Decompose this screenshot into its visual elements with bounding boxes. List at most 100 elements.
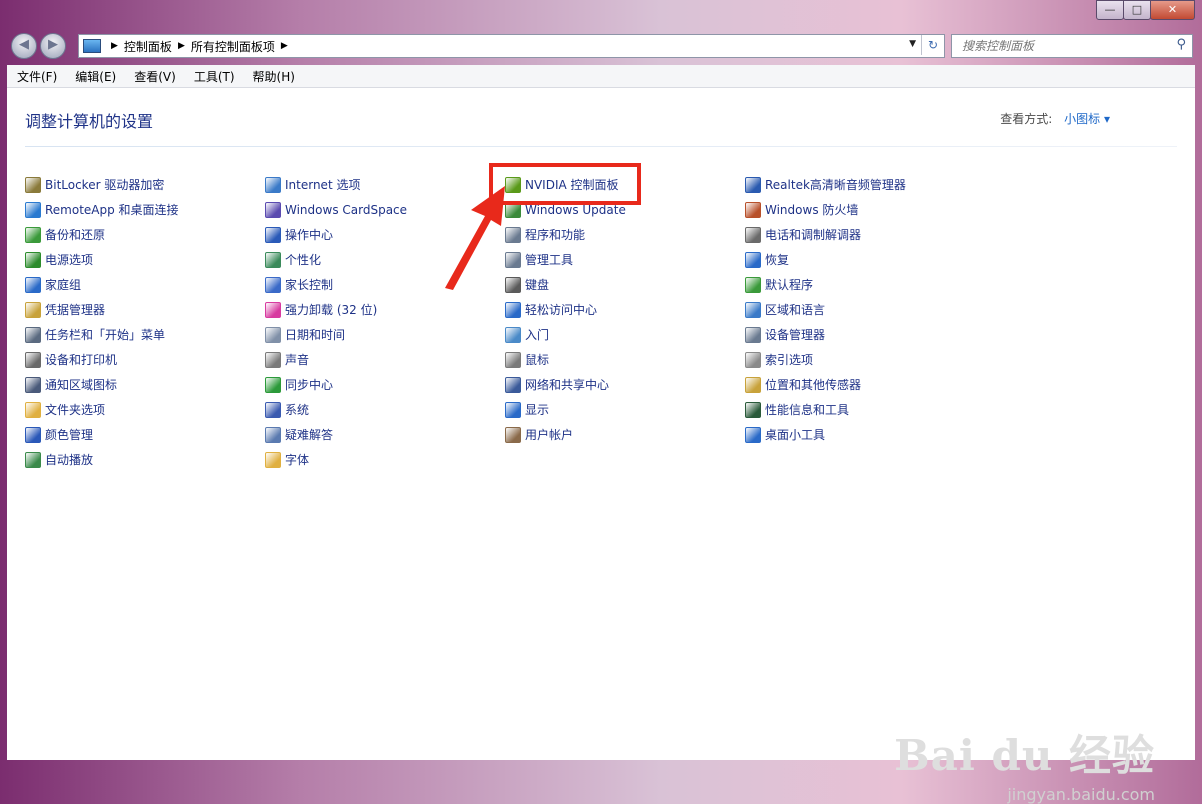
items-column-4: Realtek高清晰音频管理器 Windows 防火墙电话和调制解调器恢复 默认程序… [745,172,906,447]
title-bar: — □ ✕ [0,0,1202,30]
control-panel-item[interactable]: Realtek高清晰音频管理器 [745,172,906,197]
control-panel-item[interactable]: 声音 [265,347,407,372]
control-panel-item[interactable]: 区域和语言 [745,297,906,322]
view-by-dropdown[interactable]: 小图标 ▾ [1064,112,1110,126]
control-panel-item[interactable]: 键盘 [505,272,626,297]
remoteapp-icon [25,201,41,218]
control-panel-item-label: 索引选项 [765,353,814,367]
phone-icon [745,226,761,243]
search-input[interactable] [960,35,1164,57]
control-panel-item[interactable]: 桌面小工具 [745,422,906,447]
back-button[interactable]: ◀ [11,33,37,59]
control-panel-item-label: 通知区域图标 [45,378,118,392]
recovery-icon [745,251,761,268]
cardspace-icon [265,201,281,218]
control-panel-item[interactable]: 凭据管理器 [25,297,179,322]
menu-file[interactable]: 文件(F) [7,68,65,85]
control-panel-item-label: 电话和调制解调器 [765,228,862,242]
items-column-1: BitLocker 驱动器加密 RemoteApp 和桌面连接 备份和还原 电源选项家… [25,172,179,472]
close-button[interactable]: ✕ [1150,0,1195,20]
search-icon[interactable]: ⚲ [1176,37,1186,52]
control-panel-item[interactable]: 入门 [505,322,626,347]
control-panel-item[interactable]: 位置和其他传感器 [745,372,906,397]
control-panel-item[interactable]: 家长控制 [265,272,407,297]
control-panel-item[interactable]: 用户帐户 [505,422,626,447]
refresh-button[interactable]: ↻ [921,35,944,55]
control-panel-item[interactable]: 设备和打印机 [25,347,179,372]
control-panel-item[interactable]: 同步中心 [265,372,407,397]
region-icon [745,301,761,318]
control-panel-item[interactable]: 电源选项 [25,247,179,272]
control-panel-item[interactable]: 管理工具 [505,247,626,272]
watermark: Bai du 经验 jingyan.baidu.com [894,722,1155,804]
address-dropdown-icon[interactable]: ▼ [909,39,916,49]
control-panel-item-label: 程序和功能 [525,228,586,242]
control-panel-item-label: 入门 [525,328,550,342]
menu-help[interactable]: 帮助(H) [243,68,303,85]
control-panel-item[interactable]: 轻松访问中心 [505,297,626,322]
autoplay-icon [25,451,41,468]
control-panel-item[interactable]: 个性化 [265,247,407,272]
display-icon [505,401,521,418]
control-panel-item-label: 用户帐户 [525,428,574,442]
control-panel-item[interactable]: 日期和时间 [265,322,407,347]
control-panel-item[interactable]: 默认程序 [745,272,906,297]
control-panel-item[interactable]: 文件夹选项 [25,397,179,422]
control-panel-item[interactable]: 恢复 [745,247,906,272]
breadcrumb-item[interactable]: 所有控制面板项 [191,38,275,55]
control-panel-item[interactable]: 字体 [265,447,407,472]
breadcrumb-item[interactable]: 控制面板 [124,38,172,55]
system-icon [265,401,281,418]
menu-edit[interactable]: 编辑(E) [65,68,124,85]
menu-view[interactable]: 查看(V) [124,68,184,85]
control-panel-item-label: 疑难解答 [285,428,334,442]
control-panel-item[interactable]: 颜色管理 [25,422,179,447]
getting-started-icon [505,326,521,343]
control-panel-item[interactable]: 系统 [265,397,407,422]
control-panel-item[interactable]: 网络和共享中心 [505,372,626,397]
control-panel-item-label: 个性化 [285,253,322,267]
control-panel-item[interactable]: Windows CardSpace [265,197,407,222]
control-panel-item[interactable]: 家庭组 [25,272,179,297]
control-panel-item[interactable]: RemoteApp 和桌面连接 [25,197,179,222]
control-panel-item[interactable]: 鼠标 [505,347,626,372]
control-panel-item-label: 显示 [525,403,550,417]
view-by: 查看方式: 小图标 ▾ [1000,110,1110,127]
control-panel-item[interactable]: 疑难解答 [265,422,407,447]
minimize-button[interactable]: — [1096,0,1124,20]
control-panel-item[interactable]: 通知区域图标 [25,372,179,397]
control-panel-item[interactable]: 备份和还原 [25,222,179,247]
forward-button[interactable]: ▶ [40,33,66,59]
search-box[interactable]: ⚲ [951,34,1193,58]
watermark-brand: Bai du 经验 [894,731,1155,780]
control-panel-item[interactable]: BitLocker 驱动器加密 [25,172,179,197]
menu-tools[interactable]: 工具(T) [184,68,243,85]
control-panel-item-label: 声音 [285,353,310,367]
control-panel-item[interactable]: Internet 选项 [265,172,407,197]
control-panel-item[interactable]: Windows 防火墙 [745,197,906,222]
address-bar[interactable]: ▶ 控制面板 ▶ 所有控制面板项 ▶ ▼ ↻ [78,34,945,58]
control-panel-item-label: 性能信息和工具 [765,403,850,417]
uninstall-icon [265,301,281,318]
control-panel-item[interactable]: 任务栏和「开始」菜单 [25,322,179,347]
mouse-icon [505,351,521,368]
maximize-button[interactable]: □ [1123,0,1151,20]
control-panel-item[interactable]: 显示 [505,397,626,422]
personalize-icon [265,251,281,268]
sync-icon [265,376,281,393]
control-panel-item[interactable]: 操作中心 [265,222,407,247]
control-panel-item-label: 家长控制 [285,278,334,292]
control-panel-item-label: 文件夹选项 [45,403,106,417]
control-panel-item[interactable]: 强力卸载 (32 位) [265,297,407,322]
accessibility-icon [505,301,521,318]
control-panel-item[interactable]: 电话和调制解调器 [745,222,906,247]
control-panel-item-label: 设备管理器 [765,328,826,342]
control-panel-item[interactable]: 索引选项 [745,347,906,372]
users-icon [505,426,521,443]
control-panel-item[interactable]: 设备管理器 [745,322,906,347]
folder-icon [25,401,41,418]
control-panel-item[interactable]: 程序和功能 [505,222,626,247]
control-panel-item[interactable]: 自动播放 [25,447,179,472]
control-panel-item[interactable]: 性能信息和工具 [745,397,906,422]
location-icon [745,376,761,393]
